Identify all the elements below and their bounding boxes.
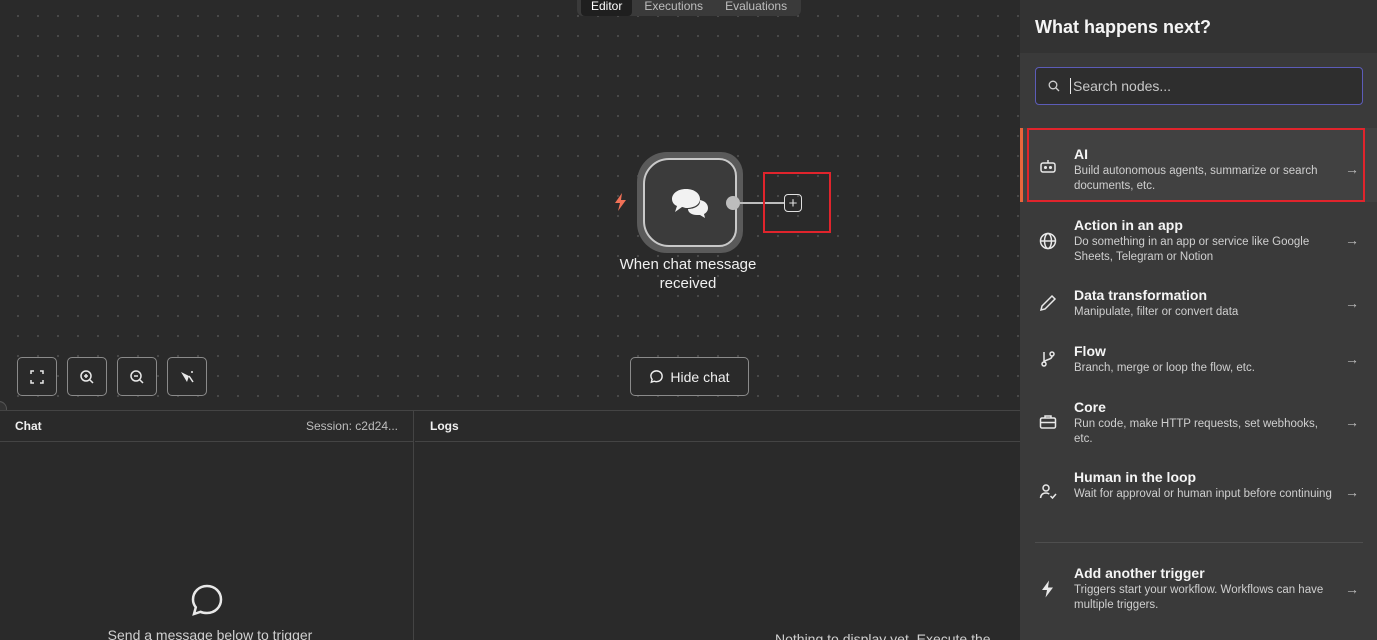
search-input[interactable] [1073, 78, 1343, 94]
pen-icon [1039, 294, 1057, 312]
node-creator-panel: What happens next? AI Build autonomous a… [1020, 0, 1377, 640]
workflow-canvas[interactable]: Editor Executions Evaluations + When cha… [0, 0, 1020, 410]
zoom-in-button[interactable] [67, 357, 107, 396]
category-description: Run code, make HTTP requests, set webhoo… [1074, 418, 1318, 445]
trigger-bolt-icon [615, 193, 626, 211]
logs-panel-title: Logs [430, 419, 459, 433]
highlight-box [1027, 128, 1365, 202]
zoom-to-fit-button[interactable] [17, 357, 57, 396]
toolbox-icon [1039, 415, 1057, 429]
hide-chat-button[interactable]: Hide chat [630, 357, 749, 396]
bottom-panels: Chat Session: c2d24... Send a message be… [0, 410, 1020, 640]
highlight-box [763, 172, 831, 233]
arrow-right-icon: → [1345, 414, 1359, 430]
active-indicator [1020, 128, 1023, 202]
category-description: Wait for approval or human input before … [1074, 488, 1332, 500]
category-description: Branch, merge or loop the flow, etc. [1074, 362, 1255, 374]
category-description: Manipulate, filter or convert data [1074, 306, 1239, 318]
tab-evaluations[interactable]: Evaluations [715, 0, 797, 16]
category-flow[interactable]: Flow Branch, merge or loop the flow, etc… [1020, 336, 1377, 382]
divider [1035, 542, 1363, 543]
search-field[interactable] [1035, 67, 1363, 105]
node-label: When chat message received [619, 256, 757, 292]
hide-chat-label: Hide chat [670, 368, 730, 385]
tidy-up-button[interactable] [167, 357, 207, 396]
tab-executions[interactable]: Executions [634, 0, 713, 16]
chat-panel-header: Chat Session: c2d24... [0, 411, 413, 442]
zoom-in-icon [80, 369, 94, 384]
node-output-handle[interactable] [726, 196, 740, 210]
text-caret [1070, 78, 1071, 94]
category-action-in-app[interactable]: Action in an app Do something in an app … [1020, 210, 1377, 270]
view-tabs: Editor Executions Evaluations [577, 0, 802, 16]
category-title: Action in an app [1074, 217, 1183, 233]
chat-bubble-icon [650, 370, 664, 384]
category-title: Flow [1074, 343, 1106, 359]
fit-view-icon [30, 369, 44, 384]
arrow-right-icon: → [1345, 351, 1359, 367]
bolt-icon [1042, 580, 1053, 598]
broom-icon [181, 370, 194, 382]
n8n-workflow-editor: Editor Executions Evaluations + When cha… [0, 0, 1377, 640]
chat-bubbles-icon [672, 188, 708, 218]
arrow-right-icon: → [1345, 232, 1359, 248]
panel-title: What happens next? [1020, 0, 1377, 53]
arrow-right-icon: → [1345, 484, 1359, 500]
add-another-trigger[interactable]: Add another trigger Triggers start your … [1020, 560, 1377, 620]
globe-icon [1039, 232, 1057, 250]
category-title: Human in the loop [1074, 469, 1197, 485]
logs-panel-header: Logs [415, 411, 1020, 442]
zoom-out-button[interactable] [117, 357, 157, 396]
chat-empty-text: Send a message below to trigger [107, 627, 313, 640]
arrow-right-icon: → [1345, 295, 1359, 311]
category-data-transformation[interactable]: Data transformation Manipulate, filter o… [1020, 280, 1377, 326]
tab-editor[interactable]: Editor [581, 0, 633, 16]
trigger-description: Triggers start your workflow. Workflows … [1074, 584, 1324, 611]
session-id[interactable]: Session: c2d24... [306, 419, 398, 433]
search-icon [1048, 80, 1060, 92]
category-description: Do something in an app or service like G… [1074, 236, 1310, 263]
chat-panel: Chat Session: c2d24... Send a message be… [0, 411, 414, 640]
category-core[interactable]: Core Run code, make HTTP requests, set w… [1020, 392, 1377, 452]
logs-panel: Logs Nothing to display yet. Execute the [415, 411, 1020, 640]
chat-empty-icon [191, 584, 223, 616]
category-title: Data transformation [1074, 287, 1208, 303]
branch-icon [1041, 351, 1055, 367]
trigger-title: Add another trigger [1074, 565, 1205, 581]
category-human-in-the-loop[interactable]: Human in the loop Wait for approval or h… [1020, 462, 1377, 522]
arrow-right-icon: → [1345, 581, 1359, 597]
category-title: Core [1074, 399, 1106, 415]
zoom-out-icon [130, 369, 144, 384]
user-check-icon [1039, 484, 1057, 500]
chat-panel-title: Chat [15, 419, 42, 433]
